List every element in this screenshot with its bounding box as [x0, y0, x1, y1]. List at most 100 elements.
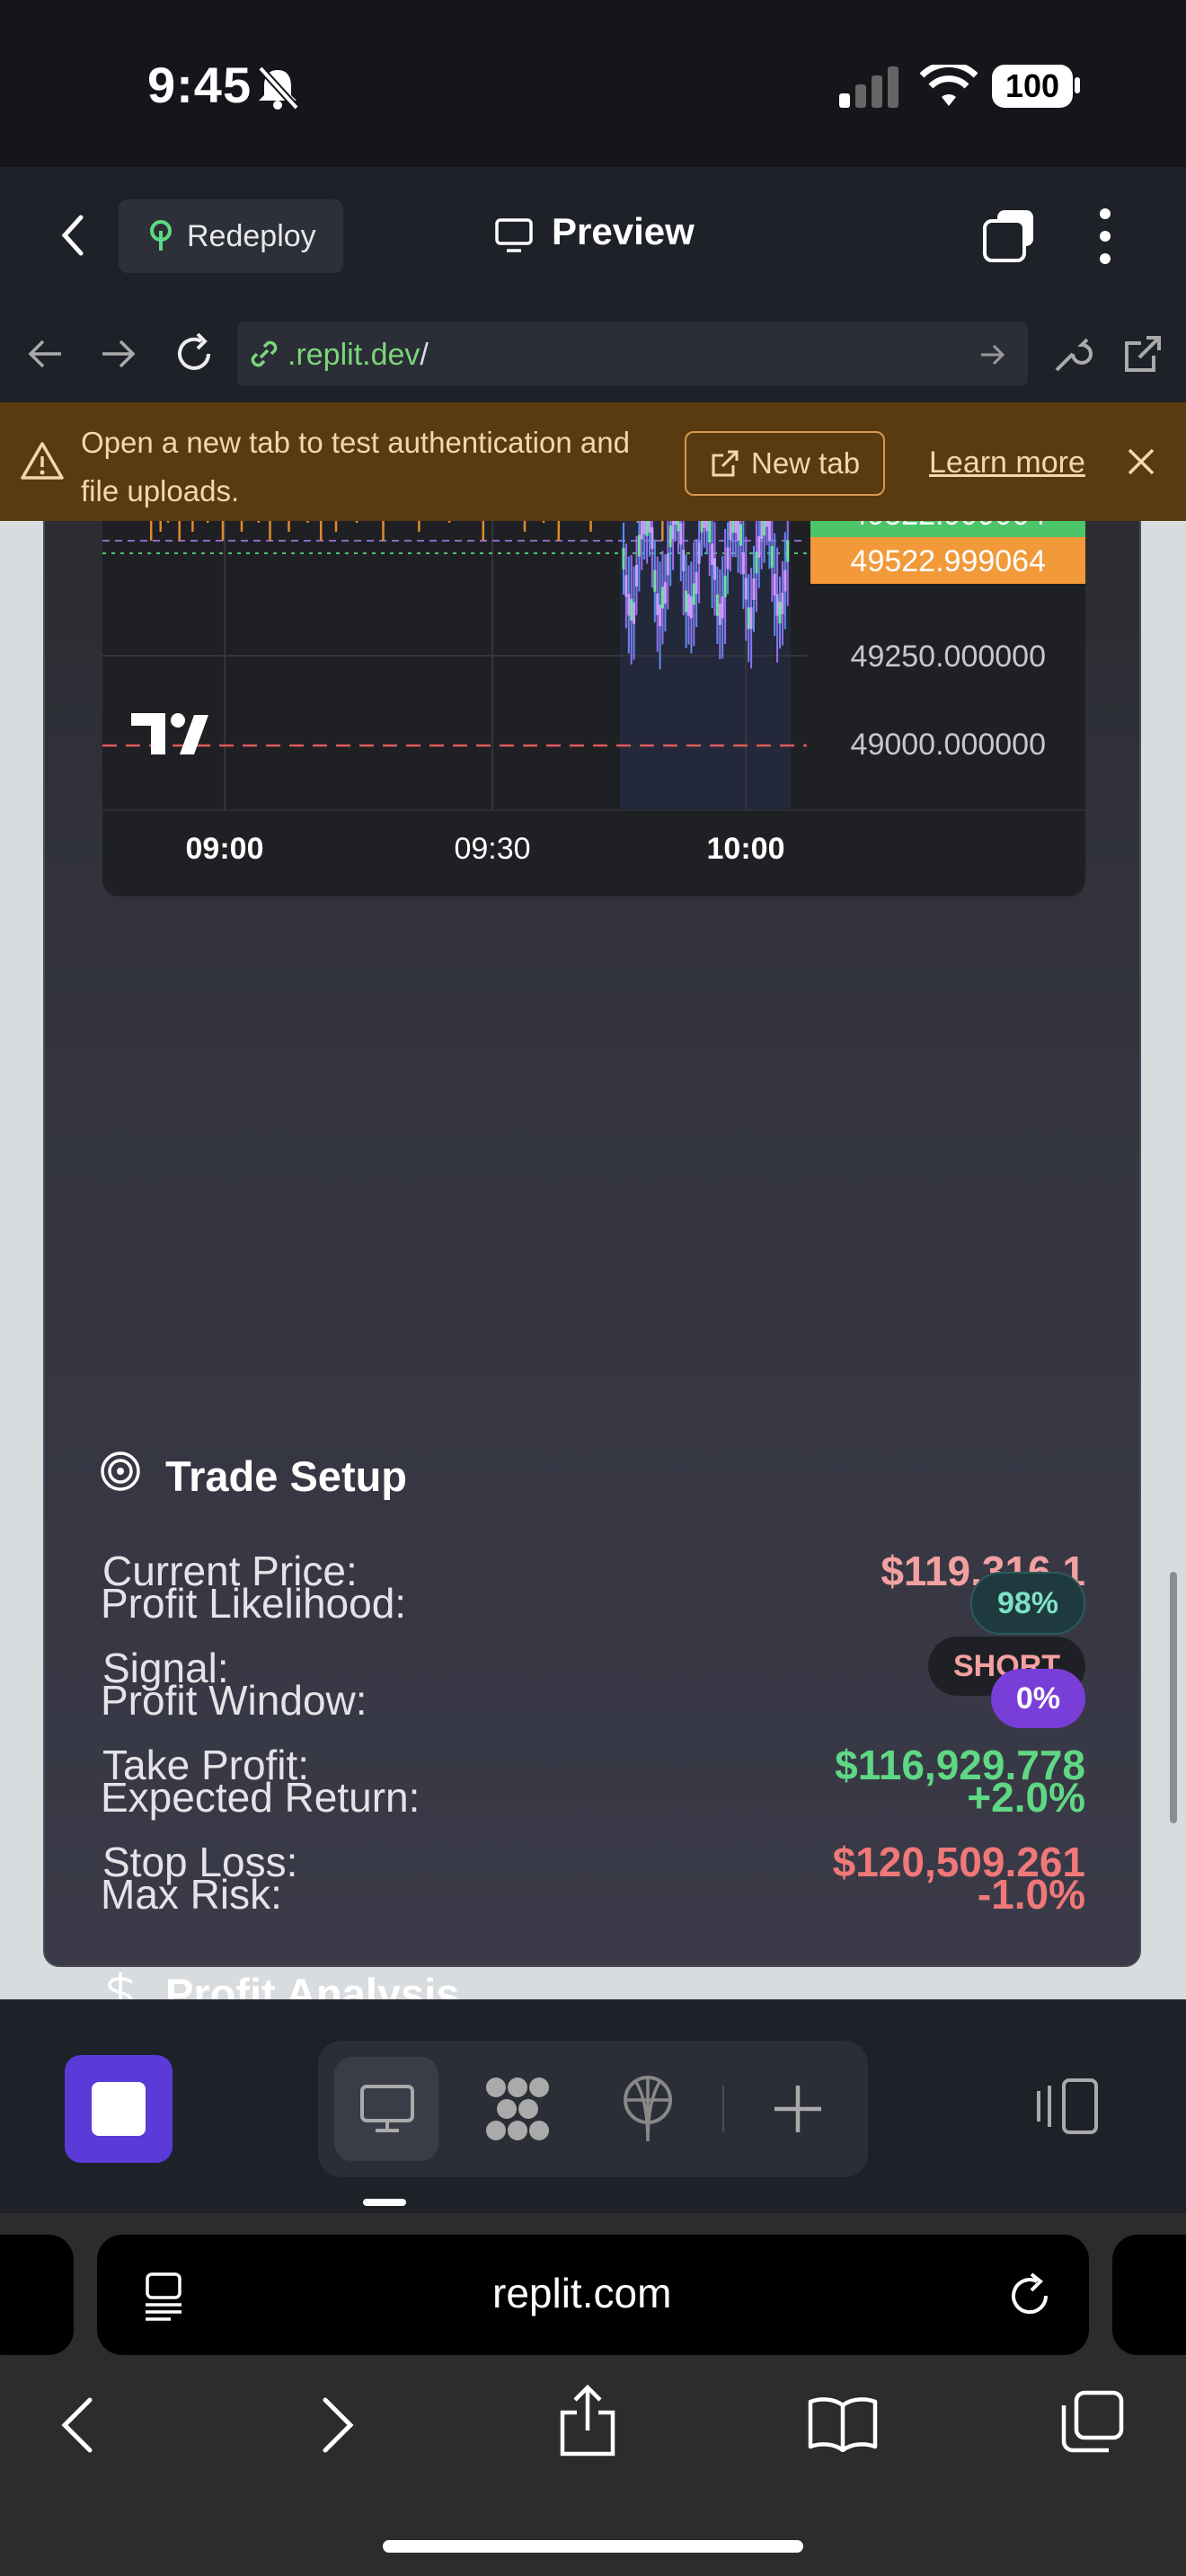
- candle-body: [645, 521, 649, 536]
- candle-body: [668, 525, 672, 548]
- nav-back-icon[interactable]: [25, 338, 65, 370]
- candle-body: [635, 564, 638, 587]
- candle-body: [781, 592, 784, 614]
- reload-icon[interactable]: [173, 332, 216, 375]
- price-tick-label: 49000.000000: [851, 728, 1046, 762]
- battery-tip: [1075, 77, 1080, 93]
- new-tab-button[interactable]: New tab: [685, 431, 886, 496]
- dollar-icon: [108, 1972, 133, 1999]
- candle-body: [637, 534, 641, 557]
- candle-body: [642, 521, 646, 534]
- status-bar: 9:45 100: [0, 0, 1186, 167]
- target-icon: [101, 1451, 140, 1491]
- candle-body: [692, 583, 695, 605]
- stop-button[interactable]: [65, 2055, 173, 2163]
- candle-body: [656, 593, 659, 615]
- deploy-icon[interactable]: [618, 2075, 677, 2143]
- candle-body: [715, 594, 719, 616]
- candle-body: [749, 607, 753, 630]
- url-path: /: [420, 338, 429, 372]
- warning-banner: Open a new tab to test authentication an…: [0, 402, 1186, 521]
- candle-body: [729, 521, 732, 541]
- nav-forward-icon[interactable]: [99, 338, 138, 370]
- candle-body: [697, 542, 701, 564]
- candle-body: [757, 535, 761, 558]
- scrollbar-thumb[interactable]: [1170, 1572, 1177, 1823]
- candle-body: [760, 521, 764, 539]
- apps-grid-icon[interactable]: [483, 2075, 552, 2143]
- tabs-overview-icon[interactable]: [1060, 2389, 1125, 2454]
- learn-more-link[interactable]: Learn more: [929, 446, 1085, 481]
- candle-body: [711, 543, 714, 566]
- candle-body: [766, 521, 768, 527]
- tabs-icon[interactable]: [981, 207, 1039, 264]
- candle-body: [767, 521, 771, 542]
- price-tick-label: 49250.000000: [851, 640, 1046, 674]
- go-arrow-icon[interactable]: [979, 343, 1006, 366]
- monitor-icon: [360, 2085, 414, 2132]
- profit-likelihood-label: Profit Likelihood:: [101, 1580, 407, 1627]
- safari-forward-icon[interactable]: [322, 2396, 354, 2454]
- new-tab-label: New tab: [751, 446, 861, 480]
- safari-address-bar[interactable]: replit.com: [97, 2235, 1089, 2355]
- monitor-icon: [495, 218, 533, 252]
- devtools-wrench-icon[interactable]: [1051, 332, 1094, 375]
- expected-return-value: +2.0%: [967, 1774, 1085, 1821]
- url-domain: .replit.dev: [288, 338, 420, 372]
- candle-body: [741, 551, 745, 574]
- stop-icon: [92, 2082, 146, 2136]
- banner-message: Open a new tab to test authentication an…: [81, 426, 630, 507]
- open-external-icon[interactable]: [1121, 332, 1164, 375]
- reload-icon[interactable]: [1005, 2271, 1055, 2321]
- candle-body: [726, 547, 730, 569]
- close-icon[interactable]: [1127, 447, 1155, 476]
- candle-body: [747, 607, 750, 630]
- safari-url-text: replit.com: [492, 2270, 672, 2316]
- more-vertical-icon[interactable]: [1096, 207, 1114, 266]
- prev-tab-peek[interactable]: [0, 2235, 74, 2355]
- home-indicator: [383, 2540, 803, 2553]
- candle-body: [755, 551, 758, 574]
- candle-body: [739, 524, 742, 546]
- safari-back-icon[interactable]: [61, 2396, 93, 2454]
- candle-body: [682, 550, 686, 572]
- price-axis: 49522.999064 49522.999064 49250.000000 4900…: [810, 521, 1085, 762]
- candle-body: [770, 546, 774, 569]
- app-header: Redeploy Preview: [0, 167, 1186, 307]
- battery-icon: 100: [992, 65, 1073, 108]
- candle-body: [674, 521, 677, 525]
- candle-body: [705, 521, 709, 532]
- candle-body: [708, 521, 712, 543]
- candle-body: [775, 594, 779, 616]
- candle-body: [752, 578, 756, 600]
- candle-body: [679, 523, 683, 545]
- share-icon[interactable]: [557, 2384, 618, 2457]
- expected-return-label: Expected Return:: [101, 1774, 420, 1821]
- price-chart[interactable]: 49522.999064 49522.999064 49250.000000 4900…: [102, 521, 1085, 896]
- candle-body: [648, 521, 651, 533]
- page-menu-icon[interactable]: [142, 2271, 185, 2321]
- candle-body: [671, 521, 675, 540]
- candle-body: [773, 573, 776, 595]
- candle-body: [653, 569, 657, 592]
- next-tab-peek[interactable]: [1112, 2235, 1186, 2355]
- preview-tool-button[interactable]: [334, 2057, 438, 2161]
- page-indicator: [363, 2199, 406, 2206]
- candle-body: [624, 575, 628, 597]
- bookmarks-icon[interactable]: [807, 2395, 879, 2452]
- tool-switcher: [318, 2041, 868, 2177]
- redeploy-button[interactable]: Redeploy: [119, 199, 343, 273]
- candle-body: [718, 603, 721, 625]
- back-chevron-icon[interactable]: [59, 212, 86, 259]
- preview-content[interactable]: 49522.999064 49522.999064 49250.000000 4900…: [0, 521, 1186, 1999]
- split-view-icon[interactable]: [1033, 2077, 1100, 2136]
- candle-body: [677, 521, 680, 532]
- profit-likelihood-badge: 98%: [969, 1572, 1085, 1635]
- trade-setup-title: Trade Setup: [165, 1452, 408, 1500]
- plus-icon[interactable]: [771, 2082, 825, 2136]
- url-field[interactable]: .replit.dev/: [237, 322, 1028, 386]
- wifi-icon: [920, 65, 978, 106]
- candle-body: [627, 594, 631, 616]
- time-tick-label: 09:00: [186, 832, 264, 866]
- candle-body: [721, 596, 724, 619]
